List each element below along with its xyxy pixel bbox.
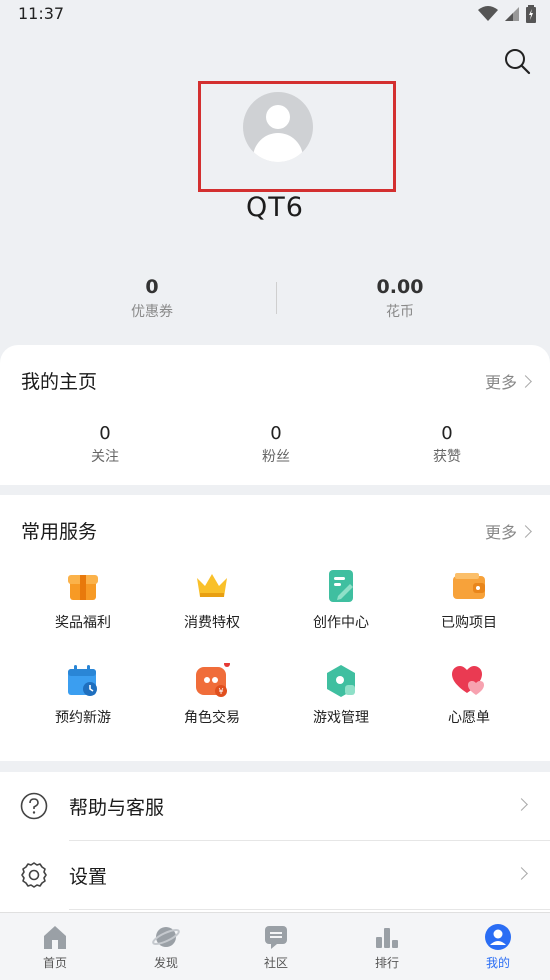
wifi-icon [478,6,498,21]
chat-icon [262,923,290,951]
search-icon [505,49,531,75]
planet-icon [152,923,180,951]
status-icons [478,5,536,23]
calendar-icon [65,663,101,699]
likes-label: 获赞 [433,449,461,465]
divider [69,909,550,910]
chevron-right-icon [519,524,532,538]
tab-label: 我的 [485,956,510,970]
wallet-icon [451,568,487,604]
service-label: 奖品福利 [55,615,111,631]
help-label: 帮助与客服 [69,797,165,819]
stat-divider [276,282,277,314]
crown-icon [194,568,230,604]
more-label: 更多 [484,523,517,542]
service-gift[interactable]: 奖品福利 [23,568,143,632]
tab-home[interactable]: 首页 [15,923,95,971]
likes-stat[interactable]: 0 获赞 [387,423,507,466]
help-card: 帮助与客服 设置 [0,772,550,912]
signal-icon [505,7,519,21]
fans-value: 0 [270,423,282,444]
service-reserve[interactable]: 预约新游 [23,663,143,727]
more-label: 更多 [484,373,517,392]
settings-icon [20,861,48,889]
battery-icon [526,5,536,23]
service-label: 预约新游 [55,710,111,726]
service-game-manage[interactable]: 游戏管理 [281,663,401,727]
coin-value: 0.00 [376,276,424,298]
following-stat[interactable]: 0 关注 [45,423,165,466]
wallet-stats: 0 优惠券 0.00 花币 [0,276,550,326]
following-value: 0 [99,423,111,444]
tab-discover[interactable]: 发现 [126,923,206,971]
avatar[interactable] [243,92,313,162]
tab-label: 首页 [42,956,67,970]
creation-icon [323,568,359,604]
tab-ranking[interactable]: 排行 [347,923,427,971]
service-label: 消费特权 [184,615,240,631]
home-icon [41,923,69,951]
fans-stat[interactable]: 0 粉丝 [216,423,336,466]
svg-text:¥: ¥ [218,687,223,696]
heart-icon [451,663,487,699]
my-home-more-link[interactable]: 更多 [484,369,532,393]
avatar-highlight [198,81,396,192]
services-more-link[interactable]: 更多 [484,519,532,543]
username[interactable]: QT6 [0,192,550,223]
coin-label: 花币 [386,304,414,320]
trade-icon: ¥ [194,661,230,699]
chevron-right-icon [515,798,528,811]
service-purchased[interactable]: 已购项目 [409,568,529,632]
likes-value: 0 [441,423,453,444]
tab-label: 发现 [153,956,178,970]
tab-label: 排行 [374,956,399,970]
chevron-right-icon [519,374,532,388]
settings-row[interactable]: 设置 [0,841,550,909]
my-home-title: 我的主页 [21,371,98,393]
help-icon [20,792,48,820]
service-label: 角色交易 [184,710,240,726]
help-row[interactable]: 帮助与客服 [0,772,550,840]
fans-label: 粉丝 [262,449,290,465]
my-home-card: 我的主页 更多 0 关注 0 粉丝 0 获赞 [0,345,550,485]
status-bar: 11:37 [0,0,550,28]
services-title: 常用服务 [21,521,98,543]
profile-icon [484,923,512,951]
service-creation[interactable]: 创作中心 [281,568,401,632]
service-label: 心愿单 [448,710,490,726]
service-label: 游戏管理 [313,710,369,726]
service-trade[interactable]: ¥ 角色交易 [152,661,272,727]
coin-stat[interactable]: 0.00 花币 [330,276,470,321]
settings-label: 设置 [69,866,108,888]
coupon-stat[interactable]: 0 优惠券 [82,276,222,321]
coupon-label: 优惠券 [131,304,173,320]
tab-community[interactable]: 社区 [236,923,316,971]
ranking-icon [373,923,401,951]
service-label: 已购项目 [441,615,497,631]
bottom-tab-bar: 首页 发现 社区 排行 我的 [0,912,550,980]
coupon-value: 0 [145,276,159,298]
game-manage-icon [323,663,359,699]
tab-label: 社区 [263,956,288,970]
chevron-right-icon [515,867,528,880]
tab-mine[interactable]: 我的 [458,923,538,971]
status-time: 11:37 [18,4,65,23]
service-label: 创作中心 [313,615,369,631]
search-button[interactable] [502,46,532,76]
services-card: 常用服务 更多 奖品福利 消费特权 创作中心 已购项目 预约新游 ¥ 角色交易 … [0,495,550,761]
avatar-body-icon [253,133,303,162]
service-crown[interactable]: 消费特权 [152,568,272,632]
gift-icon [65,568,101,604]
avatar-head-icon [266,105,290,129]
service-wishlist[interactable]: 心愿单 [409,663,529,727]
following-label: 关注 [91,449,119,465]
